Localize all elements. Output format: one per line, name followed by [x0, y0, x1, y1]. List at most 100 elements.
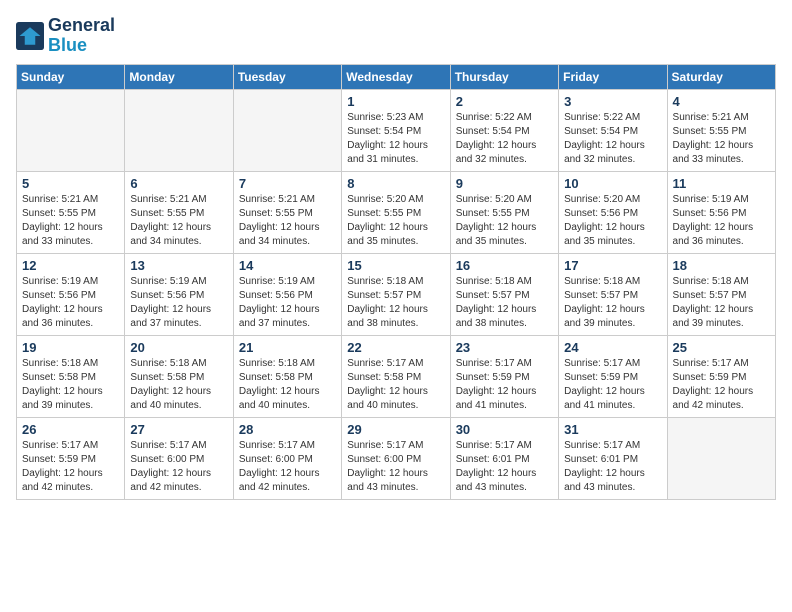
- day-number: 27: [130, 422, 227, 437]
- day-info: Sunrise: 5:21 AM Sunset: 5:55 PM Dayligh…: [22, 193, 119, 249]
- day-info: Sunrise: 5:18 AM Sunset: 5:58 PM Dayligh…: [22, 357, 119, 413]
- day-info: Sunrise: 5:21 AM Sunset: 5:55 PM Dayligh…: [130, 193, 227, 249]
- calendar-day-cell: 2Sunrise: 5:22 AM Sunset: 5:54 PM Daylig…: [450, 89, 558, 171]
- calendar-header: SundayMondayTuesdayWednesdayThursdayFrid…: [17, 64, 776, 89]
- page-header: General Blue: [16, 16, 776, 56]
- day-info: Sunrise: 5:17 AM Sunset: 6:00 PM Dayligh…: [347, 439, 444, 495]
- calendar-day-cell: 30Sunrise: 5:17 AM Sunset: 6:01 PM Dayli…: [450, 417, 558, 499]
- calendar-day-cell: 19 Sunrise: 5:18 AM Sunset: 5:58 PM Dayli…: [17, 335, 125, 417]
- calendar-day-cell: 7Sunrise: 5:21 AM Sunset: 5:55 PM Daylig…: [233, 171, 341, 253]
- day-info: Sunrise: 5:21 AM Sunset: 5:55 PM Dayligh…: [673, 111, 770, 167]
- day-info: Sunrise: 5:18 AM Sunset: 5:57 PM Dayligh…: [456, 275, 553, 331]
- day-number: 16: [456, 258, 553, 273]
- calendar-day-cell: 16 Sunrise: 5:18 AM Sunset: 5:57 PM Dayli…: [450, 253, 558, 335]
- weekday-header: Wednesday: [342, 64, 450, 89]
- weekday-header: Friday: [559, 64, 667, 89]
- day-number: 4: [673, 94, 770, 109]
- day-info: Sunrise: 5:19 AM Sunset: 5:56 PM Dayligh…: [239, 275, 336, 331]
- day-info: Sunrise: 5:18 AM Sunset: 5:58 PM Dayligh…: [130, 357, 227, 413]
- weekday-header: Monday: [125, 64, 233, 89]
- day-info: Sunrise: 5:17 AM Sunset: 5:59 PM Dayligh…: [673, 357, 770, 413]
- logo: General Blue: [16, 16, 115, 56]
- day-info: Sunrise: 5:19 AM Sunset: 5:56 PM Dayligh…: [673, 193, 770, 249]
- calendar-day-cell: 4 Sunrise: 5:21 AM Sunset: 5:55 PM Daylig…: [667, 89, 775, 171]
- day-number: 26: [22, 422, 119, 437]
- logo-icon: [16, 22, 44, 50]
- day-number: 17: [564, 258, 661, 273]
- day-info: Sunrise: 5:19 AM Sunset: 5:56 PM Dayligh…: [22, 275, 119, 331]
- calendar-day-cell: 26 Sunrise: 5:17 AM Sunset: 5:59 PM Dayli…: [17, 417, 125, 499]
- day-info: Sunrise: 5:22 AM Sunset: 5:54 PM Dayligh…: [564, 111, 661, 167]
- day-number: 29: [347, 422, 444, 437]
- day-number: 14: [239, 258, 336, 273]
- day-number: 18: [673, 258, 770, 273]
- calendar-week-row: 26 Sunrise: 5:17 AM Sunset: 5:59 PM Dayli…: [17, 417, 776, 499]
- day-number: 12: [22, 258, 119, 273]
- day-number: 1: [347, 94, 444, 109]
- day-number: 31: [564, 422, 661, 437]
- calendar-day-cell: 24Sunrise: 5:17 AM Sunset: 5:59 PM Dayli…: [559, 335, 667, 417]
- calendar-day-cell: 10 Sunrise: 5:20 AM Sunset: 5:56 PM Dayli…: [559, 171, 667, 253]
- day-number: 15: [347, 258, 444, 273]
- calendar-day-cell: 31 Sunrise: 5:17 AM Sunset: 6:01 PM Dayli…: [559, 417, 667, 499]
- day-number: 10: [564, 176, 661, 191]
- day-number: 30: [456, 422, 553, 437]
- day-number: 21: [239, 340, 336, 355]
- calendar-day-cell: 11 Sunrise: 5:19 AM Sunset: 5:56 PM Dayli…: [667, 171, 775, 253]
- day-info: Sunrise: 5:17 AM Sunset: 6:01 PM Dayligh…: [564, 439, 661, 495]
- calendar-week-row: 5 Sunrise: 5:21 AM Sunset: 5:55 PM Daylig…: [17, 171, 776, 253]
- day-number: 20: [130, 340, 227, 355]
- weekday-header: Thursday: [450, 64, 558, 89]
- calendar-day-cell: [125, 89, 233, 171]
- day-info: Sunrise: 5:21 AM Sunset: 5:55 PM Dayligh…: [239, 193, 336, 249]
- day-info: Sunrise: 5:20 AM Sunset: 5:55 PM Dayligh…: [456, 193, 553, 249]
- day-number: 13: [130, 258, 227, 273]
- day-info: Sunrise: 5:17 AM Sunset: 5:58 PM Dayligh…: [347, 357, 444, 413]
- day-info: Sunrise: 5:18 AM Sunset: 5:57 PM Dayligh…: [564, 275, 661, 331]
- weekday-header: Saturday: [667, 64, 775, 89]
- calendar-day-cell: 5 Sunrise: 5:21 AM Sunset: 5:55 PM Daylig…: [17, 171, 125, 253]
- calendar-day-cell: 14 Sunrise: 5:19 AM Sunset: 5:56 PM Dayli…: [233, 253, 341, 335]
- calendar-day-cell: [233, 89, 341, 171]
- day-number: 6: [130, 176, 227, 191]
- day-info: Sunrise: 5:17 AM Sunset: 5:59 PM Dayligh…: [22, 439, 119, 495]
- calendar-day-cell: 15 Sunrise: 5:18 AM Sunset: 5:57 PM Dayli…: [342, 253, 450, 335]
- day-number: 2: [456, 94, 553, 109]
- calendar-day-cell: 13 Sunrise: 5:19 AM Sunset: 5:56 PM Dayli…: [125, 253, 233, 335]
- day-number: 22: [347, 340, 444, 355]
- day-info: Sunrise: 5:19 AM Sunset: 5:56 PM Dayligh…: [130, 275, 227, 331]
- day-info: Sunrise: 5:20 AM Sunset: 5:56 PM Dayligh…: [564, 193, 661, 249]
- day-info: Sunrise: 5:20 AM Sunset: 5:55 PM Dayligh…: [347, 193, 444, 249]
- calendar-day-cell: 8 Sunrise: 5:20 AM Sunset: 5:55 PM Daylig…: [342, 171, 450, 253]
- weekday-header: Sunday: [17, 64, 125, 89]
- calendar-day-cell: 12 Sunrise: 5:19 AM Sunset: 5:56 PM Dayli…: [17, 253, 125, 335]
- day-number: 25: [673, 340, 770, 355]
- day-info: Sunrise: 5:18 AM Sunset: 5:57 PM Dayligh…: [347, 275, 444, 331]
- day-number: 19: [22, 340, 119, 355]
- day-info: Sunrise: 5:18 AM Sunset: 5:57 PM Dayligh…: [673, 275, 770, 331]
- day-info: Sunrise: 5:23 AM Sunset: 5:54 PM Dayligh…: [347, 111, 444, 167]
- calendar-day-cell: 18 Sunrise: 5:18 AM Sunset: 5:57 PM Dayli…: [667, 253, 775, 335]
- calendar-day-cell: 21 Sunrise: 5:18 AM Sunset: 5:58 PM Dayli…: [233, 335, 341, 417]
- day-number: 24: [564, 340, 661, 355]
- calendar-week-row: 19 Sunrise: 5:18 AM Sunset: 5:58 PM Dayli…: [17, 335, 776, 417]
- calendar-table: SundayMondayTuesdayWednesdayThursdayFrid…: [16, 64, 776, 500]
- calendar-day-cell: 25 Sunrise: 5:17 AM Sunset: 5:59 PM Dayli…: [667, 335, 775, 417]
- calendar-day-cell: 6 Sunrise: 5:21 AM Sunset: 5:55 PM Daylig…: [125, 171, 233, 253]
- day-number: 23: [456, 340, 553, 355]
- calendar-week-row: 1 Sunrise: 5:23 AM Sunset: 5:54 PM Daylig…: [17, 89, 776, 171]
- calendar-day-cell: [667, 417, 775, 499]
- calendar-week-row: 12 Sunrise: 5:19 AM Sunset: 5:56 PM Dayli…: [17, 253, 776, 335]
- calendar-day-cell: 27 Sunrise: 5:17 AM Sunset: 6:00 PM Dayli…: [125, 417, 233, 499]
- calendar-body: 1 Sunrise: 5:23 AM Sunset: 5:54 PM Daylig…: [17, 89, 776, 499]
- day-info: Sunrise: 5:18 AM Sunset: 5:58 PM Dayligh…: [239, 357, 336, 413]
- day-number: 5: [22, 176, 119, 191]
- calendar-day-cell: 23 Sunrise: 5:17 AM Sunset: 5:59 PM Dayli…: [450, 335, 558, 417]
- calendar-day-cell: 29 Sunrise: 5:17 AM Sunset: 6:00 PM Dayli…: [342, 417, 450, 499]
- day-number: 3: [564, 94, 661, 109]
- day-info: Sunrise: 5:17 AM Sunset: 5:59 PM Dayligh…: [456, 357, 553, 413]
- calendar-day-cell: 20 Sunrise: 5:18 AM Sunset: 5:58 PM Dayli…: [125, 335, 233, 417]
- day-number: 8: [347, 176, 444, 191]
- day-info: Sunrise: 5:17 AM Sunset: 6:00 PM Dayligh…: [130, 439, 227, 495]
- day-number: 11: [673, 176, 770, 191]
